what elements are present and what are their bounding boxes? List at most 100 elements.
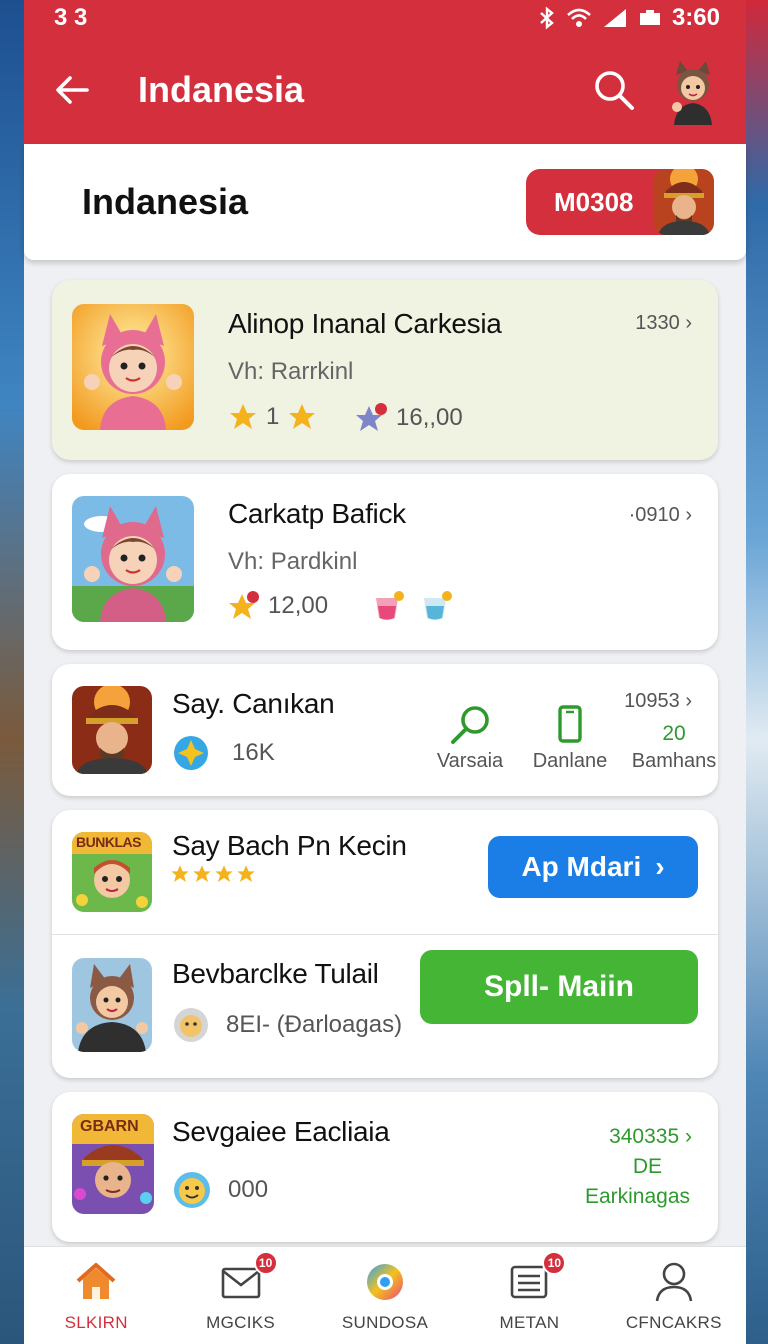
game-title: Say. Canıkan: [172, 688, 335, 719]
thumbnail-label: GBARN: [80, 1118, 139, 1135]
score-stat: 000: [172, 1170, 268, 1210]
nav-label: CFNCAKRS: [625, 1313, 722, 1332]
notification-badge: 10: [253, 1251, 278, 1275]
wifi-icon: [566, 7, 592, 29]
rating-count: 1: [266, 403, 280, 430]
bottom-navigation: SLKIRN 10 MGCIKS SUNDOSA 10 METAN CFNCAK…: [24, 1246, 746, 1344]
nav-label: SLKIRN: [64, 1313, 128, 1332]
score-value: 000: [228, 1176, 269, 1203]
nav-label: METAN: [499, 1313, 560, 1332]
fox-character-icon: [72, 496, 194, 622]
coin-balance-label: M0308: [554, 186, 634, 217]
profile-avatar[interactable]: [664, 55, 722, 125]
game-thumbnail: [72, 958, 152, 1052]
avatar-character-icon: [672, 61, 712, 125]
status-icons: 3:60: [538, 4, 720, 32]
smiley-icon: [174, 1172, 210, 1208]
nav-item-profile[interactable]: CFNCAKRS: [602, 1247, 746, 1344]
star-icon: [237, 865, 255, 882]
button-label: Spll- Maiin: [484, 970, 634, 1003]
score-stat: 16K: [172, 734, 275, 772]
nav-item-orb[interactable]: SUNDOSA: [313, 1247, 457, 1344]
star-icon: [193, 865, 211, 882]
game-subtitle: Vh: Pardkinl: [228, 548, 358, 575]
ap-mdari-button[interactable]: Ap Mdari ›: [488, 836, 698, 898]
game-thumbnail: [72, 686, 152, 774]
star-icon: [289, 404, 316, 429]
game-meta[interactable]: 10953 ›: [624, 690, 692, 713]
status-time: 3:60: [671, 4, 720, 31]
game-meta[interactable]: ·0910 ›: [629, 504, 692, 527]
chevron-right-icon: ›: [685, 1125, 692, 1148]
game-title: Bevbarclke Tulail: [172, 958, 379, 989]
list-item[interactable]: Say. Canıkan 16K 10953 › Varsaia Danlane…: [52, 664, 718, 796]
person-icon: [651, 1259, 697, 1305]
pet-face-icon: [174, 1008, 208, 1042]
game-thumbnail: GBARN: [72, 1114, 154, 1214]
phone-icon: [558, 705, 582, 743]
game-title: Carkatp Bafick: [228, 498, 406, 529]
back-button[interactable]: [52, 70, 92, 110]
game-list: Alinop Inanal Carkesia Vh: Rarrkinl 1330…: [24, 260, 746, 1242]
score-value: 8EI- (Ðarloagas): [226, 1011, 403, 1038]
varsaia-action[interactable]: [432, 704, 508, 753]
game-title: Alinop Inanal Carkesia: [228, 308, 502, 339]
game-meta-line3: Earkinagas: [584, 1185, 690, 1208]
nav-item-list[interactable]: 10 METAN: [457, 1247, 601, 1344]
list-icon: 10: [506, 1251, 567, 1305]
list-item[interactable]: Alinop Inanal Carkesia Vh: Rarrkinl 1330…: [52, 280, 718, 460]
app-bar: Indanesia: [24, 36, 746, 144]
spll-maiin-button[interactable]: Spll- Maiin: [420, 950, 698, 1024]
potion-pink-icon: [370, 588, 406, 629]
chevron-right-icon: ›: [655, 851, 665, 882]
star-icon: [230, 404, 256, 429]
nav-item-messages[interactable]: 10 MGCIKS: [168, 1247, 312, 1344]
list-item[interactable]: Bevbarclke Tulail 8EI- (Ðarloagas) Spll-…: [52, 936, 718, 1078]
game-meta-value: 1330: [635, 312, 680, 334]
game-title: Say Bach Pn Kecin: [172, 830, 407, 861]
list-item[interactable]: BUNKLAS Say Bach Pn Kecin Ap Mdari ›: [52, 810, 718, 936]
game-meta-line2: DE: [632, 1155, 662, 1178]
game-meta[interactable]: 1330 ›: [635, 312, 692, 335]
cat-hood-character-icon: [72, 958, 152, 1052]
action-label: Danlane: [532, 750, 608, 772]
action-label: Varsaia: [436, 750, 504, 772]
app-screen: 3 3 3:60 Indanesia Indanesia M0308 Alino…: [24, 0, 746, 1344]
home-icon: [73, 1259, 119, 1305]
game-meta-value: 10953: [624, 690, 680, 712]
background-left: [0, 0, 26, 1344]
action-value: 20: [662, 722, 686, 745]
divider: [52, 934, 718, 935]
fox-character-icon: [72, 304, 194, 430]
star-rating: [170, 864, 256, 884]
search-button[interactable]: [590, 66, 638, 114]
thumbnail-label: BUNKLAS: [76, 834, 141, 850]
list-group-card: BUNKLAS Say Bach Pn Kecin Ap Mdari › Bev…: [52, 810, 718, 1078]
list-item[interactable]: Carkatp Bafick Vh: Pardkinl ·0910 › 12,0…: [52, 474, 718, 650]
coin-balance-button[interactable]: M0308: [526, 169, 714, 235]
game-thumbnail: BUNKLAS: [72, 832, 152, 912]
game-meta[interactable]: 340335 › DE Earkinagas: [585, 1122, 692, 1212]
game-thumbnail: [72, 496, 194, 622]
list-item[interactable]: GBARN Sevgaiee Eacliaia 000 340335 › DE …: [52, 1092, 718, 1242]
page-title: Indanesia: [82, 181, 249, 222]
orb-icon: [362, 1259, 408, 1305]
compass-icon: [174, 736, 208, 770]
nav-item-home[interactable]: SLKIRN: [24, 1247, 168, 1344]
score-stat: 8EI- (Ðarloagas): [172, 1006, 402, 1044]
game-thumbnail: [72, 304, 194, 430]
game-subtitle: Vh: Rarrkinl: [228, 358, 354, 385]
chevron-right-icon: ›: [685, 690, 692, 712]
bluetooth-icon: [538, 6, 556, 30]
chevron-right-icon: ›: [685, 312, 692, 334]
score-value: 16K: [232, 739, 275, 766]
score-stat: 16,,00: [354, 402, 463, 434]
action-label: Bamhans: [631, 750, 717, 772]
search-icon: [595, 71, 634, 110]
coin-avatar: [654, 169, 714, 235]
rating-stat: 1: [228, 402, 317, 432]
danlane-action[interactable]: [532, 704, 608, 749]
notification-badge: 10: [542, 1251, 567, 1275]
warrior-character-icon: [72, 686, 152, 774]
score-value: 12,00: [268, 592, 329, 619]
